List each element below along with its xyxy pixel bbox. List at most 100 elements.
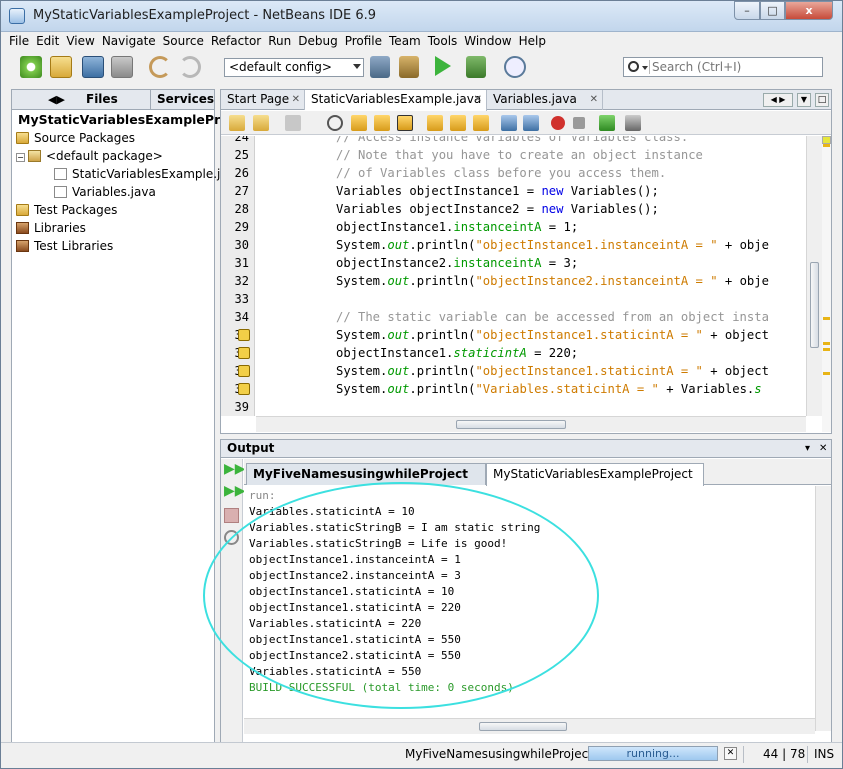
tab-start-page[interactable]: Start Page ✕ (221, 90, 305, 110)
collapse-icon[interactable]: − (16, 153, 25, 162)
console-hscroll-thumb[interactable] (479, 722, 567, 731)
maximize-button[interactable]: □ (760, 1, 785, 20)
console-horizontal-scrollbar[interactable] (244, 718, 815, 734)
menu-help[interactable]: Help (516, 33, 549, 49)
open-project-icon[interactable] (82, 56, 104, 78)
menu-refactor[interactable]: Refactor (208, 33, 264, 49)
search-input[interactable] (652, 59, 817, 75)
rerun-with-args-icon[interactable]: ▶▶ (224, 484, 246, 499)
maximize-editor-icon[interactable]: □ (815, 93, 829, 107)
console-vertical-scrollbar[interactable] (815, 486, 831, 731)
tab-services[interactable]: Services (150, 90, 214, 110)
next-bookmark-icon[interactable] (450, 115, 466, 131)
code-area[interactable]: // Access instance variables of Variable… (256, 136, 806, 416)
error-stripe[interactable] (822, 136, 831, 432)
tab-variables[interactable]: Variables.java ✕ (487, 90, 603, 110)
run-icon[interactable] (435, 56, 451, 76)
warning-mark[interactable] (823, 317, 830, 320)
console-output[interactable]: run: Variables.staticintA = 10 Variables.s… (244, 486, 815, 716)
history-icon[interactable] (253, 115, 269, 131)
warning-icon[interactable] (238, 347, 250, 359)
debug-icon[interactable] (466, 56, 486, 78)
code-line[interactable]: System.out.println("objectInstance1.inst… (336, 236, 769, 254)
profile-icon[interactable] (504, 56, 526, 78)
clean-build-icon[interactable] (399, 56, 419, 78)
editor-vertical-scrollbar[interactable] (806, 136, 822, 416)
stop-macro-icon[interactable] (573, 117, 585, 129)
search-box[interactable] (623, 57, 823, 77)
code-line[interactable]: objectInstance1.instanceintA = 1; (336, 218, 578, 236)
code-line[interactable]: // The static variable can be accessed f… (336, 308, 769, 326)
build-hammer-icon[interactable] (370, 56, 390, 78)
menu-navigate[interactable]: Navigate (99, 33, 159, 49)
toggle-highlight-icon[interactable] (397, 115, 413, 131)
tab-my-five-names-run[interactable]: MyFiveNamesusingwhileProject (run) (246, 463, 486, 501)
menu-team[interactable]: Team (386, 33, 424, 49)
search-scope-icon[interactable] (642, 66, 648, 70)
tree-item-source-packages[interactable]: Source Packages (16, 129, 135, 147)
warning-icon[interactable] (238, 365, 250, 377)
new-project-icon[interactable] (50, 56, 72, 78)
warning-mark[interactable] (823, 144, 830, 147)
warning-icon[interactable] (238, 383, 250, 395)
tab-static-variables-example[interactable]: StaticVariablesExample.java ✕ (305, 90, 487, 111)
find-icon[interactable] (327, 115, 343, 131)
code-line[interactable]: System.out.println("objectInstance1.stat… (336, 362, 769, 380)
settings-icon[interactable] (224, 530, 239, 545)
code-line[interactable]: // of Variables class before you access … (336, 164, 666, 182)
menu-window[interactable]: Window (461, 33, 514, 49)
code-line[interactable]: Variables objectInstance1 = new Variable… (336, 182, 659, 200)
warning-mark[interactable] (823, 348, 830, 351)
tab-list-icon[interactable]: ▼ (797, 93, 811, 107)
stop-icon[interactable] (224, 508, 239, 523)
close-panel-icon[interactable]: ✕ (819, 440, 827, 457)
menu-edit[interactable]: Edit (33, 33, 62, 49)
close-tab-icon[interactable]: ✕ (590, 90, 598, 109)
menu-view[interactable]: View (63, 33, 97, 49)
minimize-panel-icon[interactable]: ▾ (805, 440, 810, 457)
find-previous-icon[interactable] (351, 115, 367, 131)
code-line[interactable]: objectInstance1.staticintA = 220; (336, 344, 578, 362)
tab-files[interactable]: Files (80, 90, 118, 110)
code-line[interactable]: Variables objectInstance2 = new Variable… (336, 200, 659, 218)
rerun-icon[interactable]: ▶▶ (224, 462, 246, 477)
code-line[interactable]: objectInstance2.instanceintA = 3; (336, 254, 578, 272)
editor-vscroll-thumb[interactable] (810, 262, 819, 348)
editor-hscroll-thumb[interactable] (456, 420, 566, 429)
warning-mark[interactable] (823, 372, 830, 375)
undo-icon[interactable] (149, 56, 171, 78)
prev-bookmark-icon[interactable] (427, 115, 443, 131)
new-file-icon[interactable] (20, 56, 42, 78)
code-line[interactable]: // Note that you have to create an objec… (336, 146, 703, 164)
warning-mark[interactable] (823, 342, 830, 345)
config-dropdown[interactable]: <default config> (224, 58, 364, 77)
shift-right-icon[interactable] (523, 115, 539, 131)
toggle-bookmark-icon[interactable] (473, 115, 489, 131)
tab-my-static-variables-run[interactable]: MyStaticVariablesExampleProject (run) (486, 463, 704, 501)
panel-arrow-icon[interactable]: ◀▶ (42, 90, 65, 110)
code-line[interactable]: // Access instance variables of Variable… (336, 136, 688, 146)
menu-file[interactable]: File (6, 33, 32, 49)
close-tab-icon[interactable]: ✕ (474, 90, 482, 109)
redo-icon[interactable] (179, 56, 201, 78)
menu-run[interactable]: Run (265, 33, 294, 49)
tree-item-default-package[interactable]: − <default package> (16, 147, 163, 165)
minimize-button[interactable]: – (734, 1, 760, 20)
close-tab-icon[interactable]: ✕ (292, 90, 300, 109)
cancel-progress-icon[interactable]: ✕ (724, 747, 737, 760)
menu-profile[interactable]: Profile (342, 33, 385, 49)
menu-source[interactable]: Source (160, 33, 207, 49)
warning-icon[interactable] (238, 329, 250, 341)
title-bar[interactable]: MyStaticVariablesExampleProject - NetBea… (1, 1, 842, 32)
tree-item-test-packages[interactable]: Test Packages (16, 201, 117, 219)
back-icon[interactable] (285, 115, 301, 131)
menu-tools[interactable]: Tools (425, 33, 461, 49)
editor-horizontal-scrollbar[interactable] (256, 416, 806, 432)
shift-left-icon[interactable] (501, 115, 517, 131)
save-all-icon[interactable] (111, 56, 133, 78)
uncomment-icon[interactable] (625, 115, 641, 131)
source-view-icon[interactable] (229, 115, 245, 131)
comment-icon[interactable] (599, 115, 615, 131)
tree-item-variables[interactable]: Variables.java (54, 183, 156, 201)
tree-item-static-variables-example[interactable]: StaticVariablesExample.java (54, 165, 242, 183)
